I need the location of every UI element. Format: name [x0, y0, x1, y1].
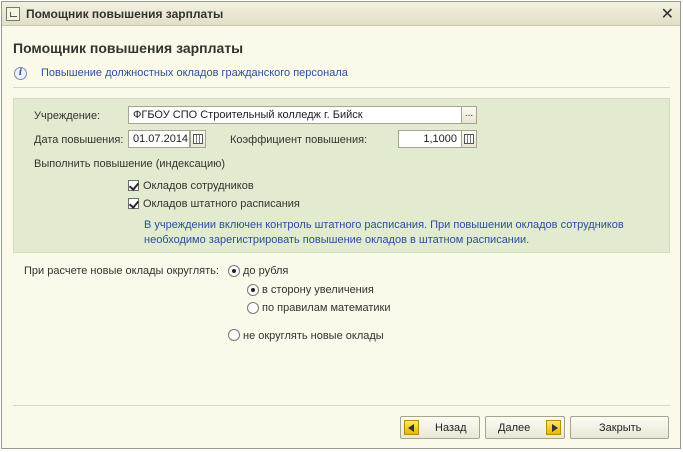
round-to-ruble-radio[interactable] [228, 265, 240, 277]
page-title: Помощник повышения зарплаты [13, 40, 244, 56]
date-label: Дата повышения: [34, 134, 124, 146]
info-text: Повышение должностных окладов гражданско… [41, 67, 348, 79]
institution-label: Учреждение: [34, 110, 101, 122]
staff-schedule-label[interactable]: Окладов штатного расписания [143, 198, 300, 210]
calendar-button[interactable] [190, 130, 206, 148]
divider [13, 87, 670, 88]
close-button[interactable]: Закрыть [570, 416, 669, 439]
window-icon [6, 7, 20, 21]
institution-field[interactable]: ФГБОУ СПО Строительный колледж г. Бийск [128, 106, 462, 124]
coef-label: Коэффициент повышения: [230, 134, 368, 146]
staff-schedule-checkbox[interactable] [128, 198, 139, 209]
arrow-left-icon [404, 420, 419, 435]
close-icon[interactable]: ✕ [661, 4, 674, 24]
round-math-radio[interactable] [247, 302, 259, 314]
round-up-radio[interactable] [247, 284, 259, 296]
round-to-ruble-label[interactable]: до рубля [243, 265, 288, 277]
back-button[interactable]: Назад [400, 416, 480, 439]
arrow-right-icon [546, 420, 561, 435]
info-icon: i [14, 67, 27, 80]
calculator-button[interactable] [461, 130, 477, 148]
window-title: Помощник повышения зарплаты [26, 7, 224, 21]
calculator-icon [464, 134, 474, 144]
indexing-label: Выполнить повышение (индексацию) [34, 158, 226, 170]
round-up-label[interactable]: в сторону увеличения [262, 284, 374, 296]
staff-control-note: В учреждении включен контроль штатного р… [144, 219, 624, 246]
coef-field[interactable]: 1,1000 [398, 130, 462, 148]
calendar-icon [193, 134, 203, 144]
title-bar: Помощник повышения зарплаты ✕ [2, 2, 680, 26]
select-institution-button[interactable]: ... [461, 106, 477, 124]
rounding-label: При расчете новые оклады округлять: [24, 265, 219, 277]
next-button[interactable]: Далее [485, 416, 565, 439]
employees-salary-checkbox[interactable] [128, 180, 139, 191]
round-math-label[interactable]: по правилам математики [262, 302, 391, 314]
divider [13, 405, 670, 406]
no-rounding-radio[interactable] [228, 329, 240, 341]
no-rounding-label[interactable]: не округлять новые оклады [243, 330, 384, 342]
date-field[interactable]: 01.07.2014 [128, 130, 190, 148]
assistant-window: Помощник повышения зарплаты ✕ Помощник п… [1, 1, 681, 449]
employees-salary-label[interactable]: Окладов сотрудников [143, 180, 254, 192]
